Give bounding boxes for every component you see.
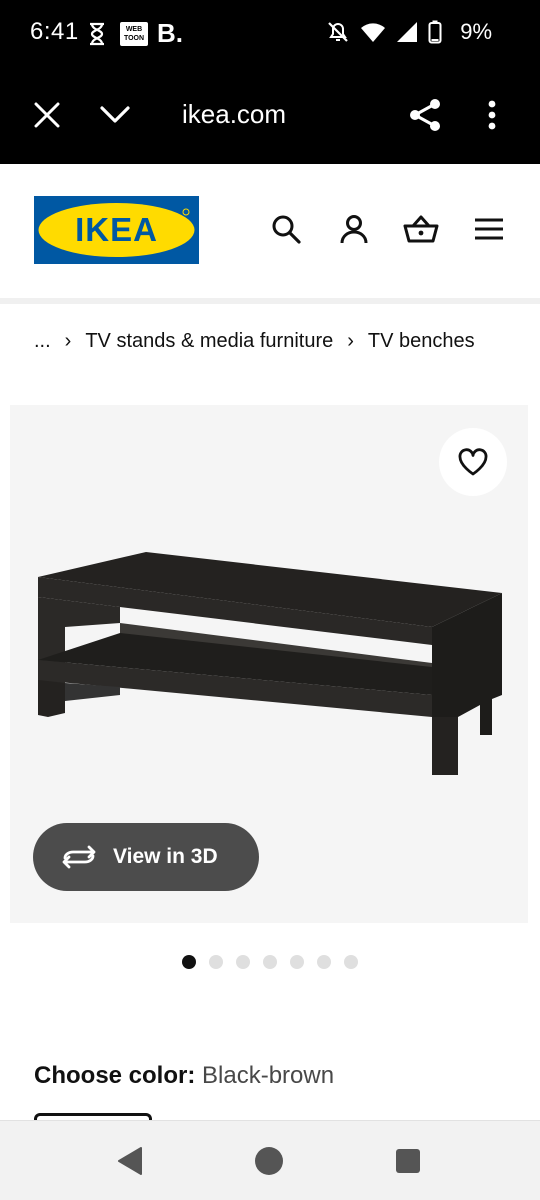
status-time: 6:41 (30, 18, 79, 45)
back-icon (118, 1147, 142, 1175)
choose-color-value: Black-brown (202, 1062, 335, 1089)
breadcrumb-separator: › (347, 329, 354, 352)
tabs-dropdown-button[interactable] (95, 95, 135, 135)
signal-icon (396, 21, 418, 48)
menu-icon (475, 218, 503, 240)
account-button[interactable] (336, 211, 372, 247)
battery-percent: 9% (460, 19, 492, 44)
share-button[interactable] (405, 95, 445, 135)
recents-button[interactable] (390, 1143, 426, 1179)
menu-button[interactable] (471, 211, 507, 247)
home-icon (255, 1147, 283, 1175)
search-icon (272, 215, 301, 244)
view-in-3d-button[interactable]: View in 3D (33, 823, 259, 891)
favorite-button[interactable] (439, 428, 507, 496)
home-button[interactable] (251, 1143, 287, 1179)
carousel-dot[interactable] (236, 955, 250, 969)
ikea-logo[interactable]: IKEA (34, 196, 199, 264)
carousel-dot[interactable] (317, 955, 331, 969)
breadcrumb-ellipsis[interactable]: ... (34, 330, 51, 353)
account-icon (340, 215, 368, 244)
close-icon (34, 102, 60, 128)
breadcrumb-item-tv-benches[interactable]: TV benches (368, 330, 475, 353)
more-options-button[interactable] (472, 95, 512, 135)
breadcrumb-item-tv-stands[interactable]: TV stands & media furniture (85, 330, 333, 353)
carousel-dots (182, 955, 358, 969)
cart-icon (403, 215, 439, 243)
b-app-icon: B. (157, 18, 183, 48)
carousel-dot[interactable] (209, 955, 223, 969)
recents-icon (396, 1149, 420, 1173)
wifi-icon (360, 21, 386, 48)
share-icon (410, 99, 440, 131)
breadcrumb-separator: › (64, 329, 72, 352)
screen: 6:41 WEB TOON B. 9% ikea.com IKEA ... › … (0, 0, 540, 1200)
close-tab-button[interactable] (27, 95, 67, 135)
browser-toolbar: ikea.com (0, 66, 540, 164)
header-divider (0, 298, 540, 304)
mute-icon (326, 20, 350, 49)
status-right-icons (326, 20, 442, 48)
breadcrumb: ... › TV stands & media furniture › TV b… (34, 326, 475, 356)
url-text[interactable]: ikea.com (182, 99, 286, 130)
svg-text:IKEA: IKEA (75, 211, 158, 248)
carousel-dot[interactable] (263, 955, 277, 969)
heart-icon (458, 448, 488, 476)
status-bar: 6:41 WEB TOON B. 9% (0, 0, 540, 66)
more-vertical-icon (488, 100, 496, 130)
carousel-dot[interactable] (290, 955, 304, 969)
view-in-3d-label: View in 3D (113, 845, 218, 868)
webtoon-icon: WEB TOON (120, 22, 148, 46)
carousel-dot[interactable] (344, 955, 358, 969)
battery-icon (428, 20, 442, 49)
rotate-3d-icon (62, 845, 96, 869)
cart-button[interactable] (403, 211, 439, 247)
choose-color-label: Choose color: (34, 1062, 196, 1089)
back-button[interactable] (112, 1143, 148, 1179)
hourglass-icon (88, 22, 106, 46)
choose-color: Choose color: Black-brown (34, 1062, 334, 1090)
chevron-down-icon (100, 106, 130, 123)
carousel-dot[interactable] (182, 955, 196, 969)
site-header: IKEA (0, 164, 540, 298)
search-button[interactable] (268, 211, 304, 247)
system-nav-bar (0, 1120, 540, 1200)
